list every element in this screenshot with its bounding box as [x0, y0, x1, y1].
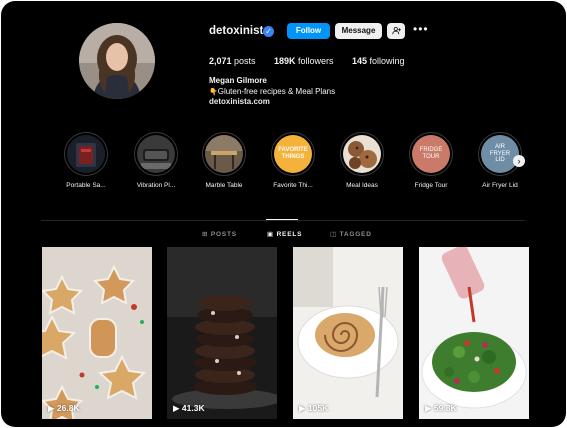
- reel-thumbnail-brownie-cookies: [167, 247, 277, 419]
- play-icon: ▶: [48, 403, 55, 413]
- tab-tagged[interactable]: ◫ TAGGED: [330, 230, 372, 238]
- highlight-vibration-plate[interactable]: Vibration Pl...: [126, 132, 186, 189]
- following-count: 145: [352, 56, 368, 66]
- posts-count: 2,071: [209, 56, 232, 66]
- reel-views-count: 26.8K: [56, 403, 80, 413]
- highlight-thumbnail: AIR FRYER LID: [481, 135, 519, 173]
- highlight-portable-sauna[interactable]: Portable Sa...: [56, 132, 116, 189]
- highlight-meal-ideas[interactable]: Meal Ideas: [332, 132, 392, 189]
- followers-stat[interactable]: 189K followers: [274, 56, 334, 66]
- highlight-label: Portable Sa...: [66, 182, 106, 189]
- highlight-label: Vibration Pl...: [136, 182, 176, 189]
- highlight-circle-text: FAVORITE THINGS: [278, 147, 308, 160]
- tab-posts-label: POSTS: [210, 231, 237, 238]
- posts-label: posts: [234, 56, 256, 66]
- profile-username: detoxinista: [209, 25, 270, 37]
- profile-window: detoxinista ✓ Follow Message ••• 2,071 p…: [1, 1, 566, 427]
- reel-views: ▶ 26.8K: [48, 403, 80, 414]
- avatar-photo: [79, 23, 155, 99]
- tabs-divider: [41, 220, 525, 221]
- reel-views: ▶ 105K: [299, 403, 328, 414]
- highlight-fridge-tour[interactable]: FRIDGE TOUR Fridge Tour: [401, 132, 461, 189]
- posts-stat: 2,071 posts: [209, 56, 256, 66]
- profile-website-link[interactable]: detoxinista.com: [209, 97, 270, 106]
- highlight-label: Meal Ideas: [346, 182, 378, 189]
- highlight-label: Air Fryer Lid: [482, 182, 518, 189]
- tagged-icon: ◫: [330, 231, 337, 238]
- tab-reels-label: REELS: [276, 231, 303, 238]
- highlight-label: Favorite Thi...: [273, 182, 313, 189]
- tab-reels[interactable]: ▣ REELS: [267, 230, 302, 238]
- reel-views: ▶ 59.8K: [425, 403, 457, 414]
- tab-tagged-label: TAGGED: [339, 231, 372, 238]
- bio-text: Gluten-free recipes & Meal Plans: [217, 87, 336, 96]
- play-icon: ▶: [299, 403, 306, 413]
- following-stat[interactable]: 145 following: [352, 56, 405, 66]
- play-icon: ▶: [425, 403, 432, 413]
- reel-views: ▶ 41.3K: [173, 403, 205, 414]
- verified-badge-icon: ✓: [263, 26, 274, 37]
- reel-tile[interactable]: ▶ 59.8K: [419, 247, 529, 419]
- more-icon[interactable]: •••: [413, 22, 429, 36]
- play-icon: ▶: [173, 403, 180, 413]
- highlight-thumbnail: [205, 135, 243, 173]
- reels-icon: ▣: [267, 231, 274, 238]
- reel-tile[interactable]: ▶ 26.8K: [42, 247, 152, 419]
- chevron-right-icon[interactable]: ›: [513, 155, 525, 167]
- add-user-icon: [391, 27, 401, 35]
- followers-count: 189K: [274, 56, 296, 66]
- reel-tile[interactable]: ▶ 105K: [293, 247, 403, 419]
- reel-views-count: 41.3K: [181, 403, 205, 413]
- highlight-circle-text: FRIDGE TOUR: [419, 147, 443, 160]
- highlight-thumbnail: FRIDGE TOUR: [412, 135, 450, 173]
- profile-full-name: Megan Gilmore: [209, 76, 267, 85]
- follow-button[interactable]: Follow: [287, 23, 330, 39]
- pointing-down-icon: 👇: [209, 89, 218, 96]
- reel-tile[interactable]: ▶ 41.3K: [167, 247, 277, 419]
- following-label: following: [369, 56, 405, 66]
- profile-avatar[interactable]: [79, 23, 155, 99]
- highlight-thumbnail: [67, 135, 105, 173]
- message-button[interactable]: Message: [335, 23, 382, 39]
- highlight-label: Marble Table: [205, 182, 243, 189]
- reel-thumbnail-cinnamon-roll: [293, 247, 403, 419]
- reel-views-count: 105K: [307, 403, 329, 413]
- highlight-thumbnail: [343, 135, 381, 173]
- reel-thumbnail-cookies: [42, 247, 152, 419]
- followers-label: followers: [298, 56, 334, 66]
- grid-icon: ⊞: [202, 231, 209, 238]
- reel-thumbnail-salad: [419, 247, 529, 419]
- profile-bio: 👇Gluten-free recipes & Meal Plans: [209, 87, 335, 96]
- highlight-marble-table[interactable]: Marble Table: [194, 132, 254, 189]
- highlight-thumbnail: [137, 135, 175, 173]
- highlight-thumbnail: FAVORITE THINGS: [274, 135, 312, 173]
- highlight-circle-text: AIR FRYER LID: [489, 143, 511, 164]
- add-user-button[interactable]: [387, 23, 405, 39]
- tab-posts[interactable]: ⊞ POSTS: [202, 230, 237, 238]
- highlight-label: Fridge Tour: [414, 182, 448, 189]
- active-tab-indicator: [266, 219, 298, 220]
- reel-views-count: 59.8K: [433, 403, 457, 413]
- highlight-favorite-things[interactable]: FAVORITE THINGS Favorite Thi...: [263, 132, 323, 189]
